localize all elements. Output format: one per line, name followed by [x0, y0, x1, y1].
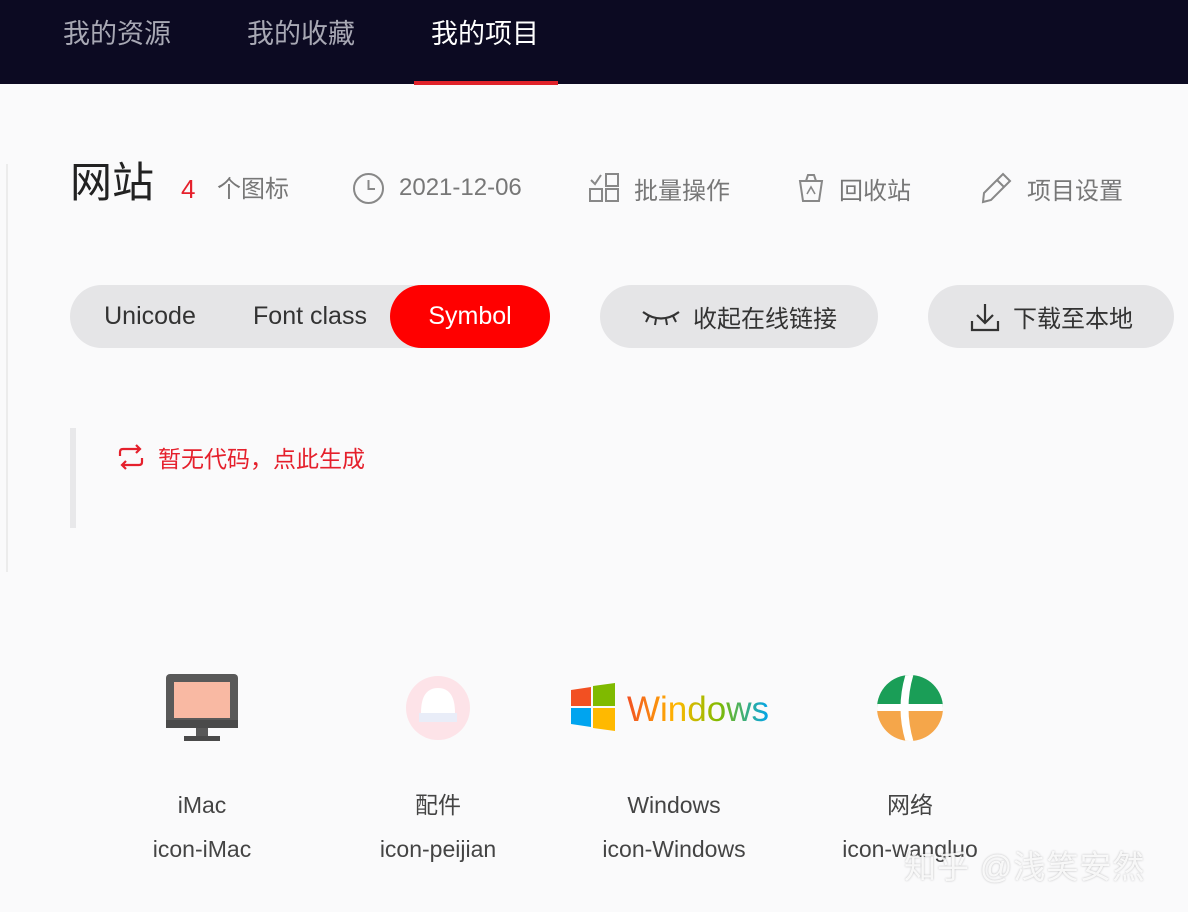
windows-logo-icon: Windows	[556, 660, 792, 756]
tab-my-favorites[interactable]: 我的收藏	[247, 14, 355, 54]
project-settings-button[interactable]: 项目设置	[979, 168, 1123, 208]
code-type-switch: Unicode Font class Symbol	[70, 285, 550, 348]
code-tab-unicode[interactable]: Unicode	[90, 285, 210, 348]
icon-name: 网络	[887, 792, 933, 818]
icon-card-imac[interactable]: iMac icon-iMac	[84, 650, 320, 880]
trash-icon	[798, 174, 824, 202]
code-tab-font-class[interactable]: Font class	[240, 285, 380, 348]
eye-closed-icon	[642, 310, 680, 325]
icon-count-label: 个图标	[217, 176, 289, 203]
icon-name: 配件	[415, 792, 461, 818]
icon-code: icon-peijian	[379, 836, 497, 862]
clock-icon	[353, 172, 384, 204]
icon-code: icon-iMac	[152, 836, 252, 862]
tab-my-resources[interactable]: 我的资源	[63, 14, 171, 54]
active-tab-indicator	[414, 81, 558, 85]
icon-name: Windows	[627, 792, 721, 818]
pencil-icon	[981, 172, 1012, 204]
batch-grid-icon	[589, 173, 619, 202]
watermark: 知乎 @浅笑安然	[904, 849, 1146, 885]
svg-text:Windows: Windows	[627, 690, 769, 729]
tab-my-projects[interactable]: 我的项目	[431, 14, 539, 54]
batch-operation-label: 批量操作	[634, 177, 730, 205]
download-local-label: 下载至本地	[1013, 306, 1133, 333]
recycle-bin-button[interactable]: 回收站	[797, 168, 911, 208]
icon-code: icon-Windows	[602, 836, 746, 862]
batch-operation-button[interactable]: 批量操作	[588, 168, 730, 208]
icon-card-windows[interactable]: Windows Windows icon-Windows	[556, 650, 792, 880]
recycle-bin-label: 回收站	[839, 177, 911, 205]
download-local-button[interactable]: 下载至本地	[928, 285, 1174, 348]
project-date-text: 2021-12-06	[399, 174, 522, 201]
accessory-icon	[320, 660, 556, 756]
collapse-online-link-button[interactable]: 收起在线链接	[600, 285, 878, 348]
icon-card-peijian[interactable]: 配件 icon-peijian	[320, 650, 556, 880]
globe-icon	[792, 660, 1028, 756]
refresh-icon	[118, 444, 144, 470]
code-tab-symbol[interactable]: Symbol	[390, 285, 550, 348]
imac-icon	[84, 660, 320, 756]
project-title: 网站	[70, 159, 155, 206]
generate-code-link[interactable]: 暂无代码，点此生成	[116, 440, 365, 474]
project-date: 2021-12-06	[352, 168, 522, 208]
icon-count-value: 4	[181, 174, 196, 204]
project-list-divider	[6, 164, 8, 572]
icon-name: iMac	[177, 792, 227, 818]
project-settings-label: 项目设置	[1027, 177, 1123, 205]
top-navigation: 我的资源 我的收藏 我的项目	[0, 0, 1188, 85]
generate-code-text: 暂无代码，点此生成	[158, 446, 365, 472]
download-icon	[970, 303, 1000, 331]
collapse-online-link-label: 收起在线链接	[693, 306, 837, 333]
code-panel-bar	[70, 428, 76, 528]
